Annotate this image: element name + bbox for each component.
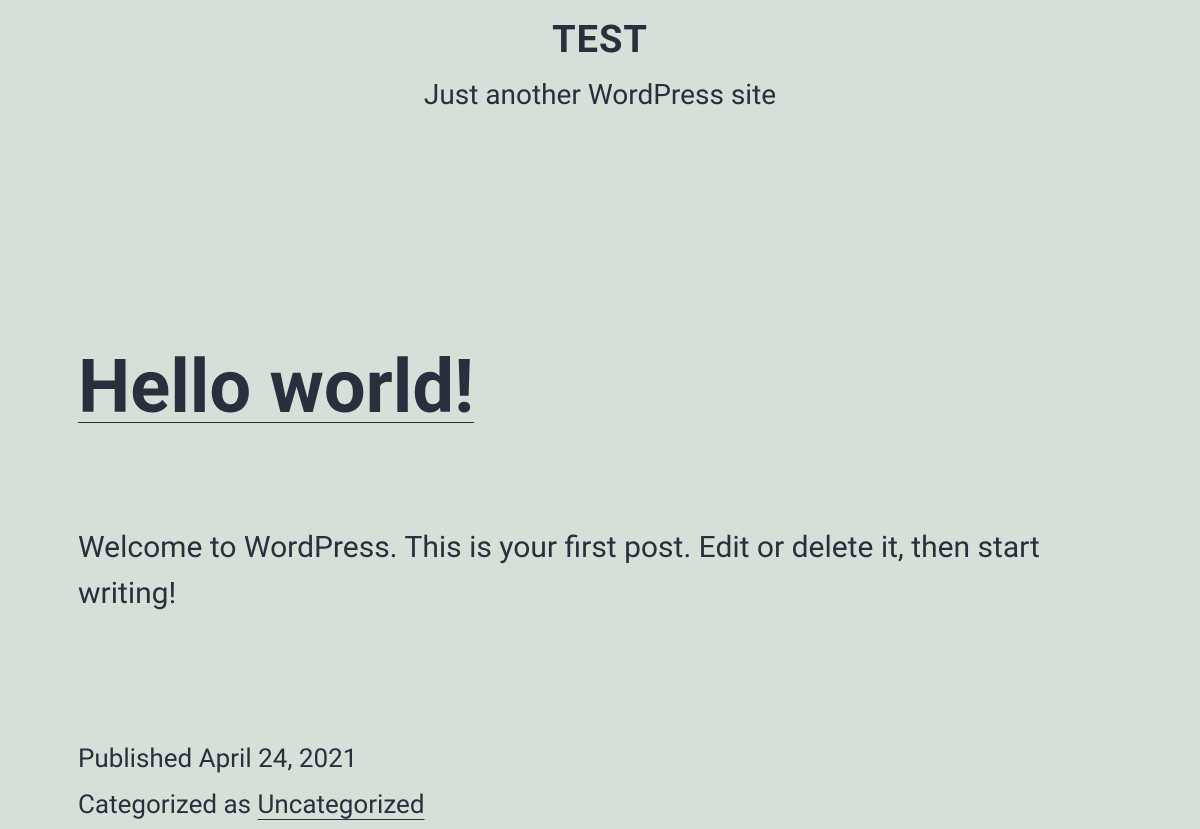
category-link[interactable]: Uncategorized bbox=[258, 790, 425, 820]
main-content: Hello world! Welcome to WordPress. This … bbox=[0, 111, 1200, 829]
post-title: Hello world! bbox=[78, 349, 474, 427]
site-title-link[interactable]: TEST bbox=[552, 18, 648, 62]
site-tagline: Just another WordPress site bbox=[0, 78, 1200, 111]
post-meta: Published April 24, 2021 Categorized as … bbox=[78, 736, 1122, 829]
site-header: TEST Just another WordPress site bbox=[0, 0, 1200, 111]
site-title: TEST bbox=[0, 18, 1200, 62]
published-label: Published bbox=[78, 744, 199, 774]
category-line: Categorized as Uncategorized bbox=[78, 782, 1122, 829]
post-excerpt: Welcome to WordPress. This is your first… bbox=[78, 525, 1122, 618]
published-line: Published April 24, 2021 bbox=[78, 736, 1122, 783]
published-date: April 24, 2021 bbox=[199, 744, 358, 774]
post-title-link[interactable]: Hello world! bbox=[78, 344, 474, 431]
categorized-label: Categorized as bbox=[78, 790, 258, 820]
